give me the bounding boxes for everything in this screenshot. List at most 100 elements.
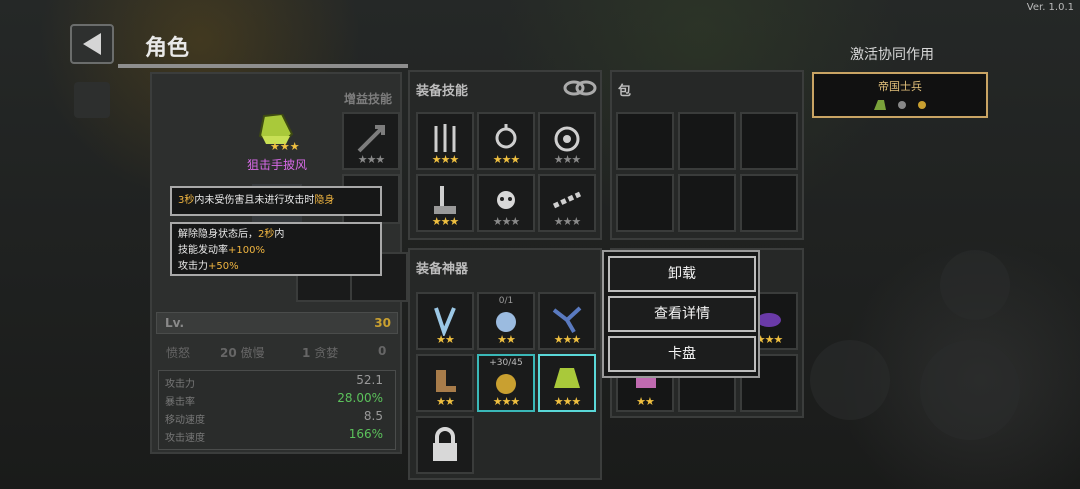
- skill-slot-2[interactable]: ★★★: [477, 112, 535, 170]
- stat-value: 166%: [348, 427, 383, 441]
- synergy-items-icon: [874, 100, 926, 110]
- tooltip-line: 解除隐身状态后，2秒内: [178, 227, 374, 243]
- unequip-button[interactable]: 卸载: [608, 256, 756, 292]
- artifact-slot-2[interactable]: 0/1 ★★: [477, 292, 535, 350]
- skill-stars: ★★★: [553, 153, 582, 166]
- skill-stars: ★★★: [492, 215, 521, 228]
- bag-slot[interactable]: [740, 112, 798, 170]
- bag-label: 包: [618, 84, 632, 99]
- artifact-stars: ★★★: [553, 395, 582, 408]
- boost-skill-slot-1[interactable]: ★★★: [342, 112, 400, 170]
- back-arrow-icon: [83, 33, 101, 55]
- skill-stars: ★★★: [553, 215, 582, 228]
- stat-label: 移动速度: [165, 415, 205, 426]
- link-icon[interactable]: [562, 78, 598, 98]
- trait-value: 1: [302, 346, 311, 360]
- artifact-slot-1[interactable]: ★★: [416, 292, 474, 350]
- artifact-stars: ★★★: [492, 395, 521, 408]
- trait-label: 愤怒: [166, 346, 191, 360]
- sword-stone-skill-icon: [434, 185, 456, 214]
- view-details-button[interactable]: 查看详情: [608, 296, 756, 332]
- bag-panel: 包: [610, 70, 804, 240]
- level-bar: Lv. 30: [156, 312, 398, 334]
- version-label: Ver. 1.0.1: [1026, 2, 1074, 13]
- boost-skill-stars: ★★★: [357, 153, 386, 166]
- trait-anger: 愤怒: [166, 344, 190, 361]
- level-value: 30: [374, 316, 391, 330]
- bag-slot[interactable]: [616, 112, 674, 170]
- bag-slot[interactable]: [678, 112, 736, 170]
- skill-stars: ★★★: [492, 153, 521, 166]
- artifact-slot-4[interactable]: ★★: [416, 354, 474, 412]
- deck-button[interactable]: 卡盘: [608, 336, 756, 372]
- skill-slot-5[interactable]: ★★★: [477, 174, 535, 232]
- item-tooltip-main: 3秒内未受伤害且未进行攻击时隐身: [170, 186, 382, 216]
- skull-burst-skill-icon: [497, 190, 515, 209]
- artifact-slot-5[interactable]: +30/45 ★★★: [477, 354, 535, 412]
- boost-skill-label: 增益技能: [344, 92, 393, 106]
- tooltip-text: 内未受伤害且未进行攻击时: [194, 195, 315, 206]
- item-tooltip-detail: 解除隐身状态后，2秒内 技能发动率+100% 攻击力+50%: [170, 222, 382, 276]
- artifact-stars: ★★: [497, 333, 516, 346]
- stat-value: 28.00%: [337, 391, 383, 405]
- faded-attack-button: [920, 340, 1020, 440]
- artifact-slot-3[interactable]: ★★★: [538, 292, 596, 350]
- tooltip-text: 攻击力: [178, 261, 208, 272]
- tooltip-text: 解除隐身状态后，: [178, 229, 258, 240]
- bag-slot[interactable]: [740, 174, 798, 232]
- trait-greed-value: 0: [378, 344, 387, 358]
- synergy-badge[interactable]: 帝国士兵: [812, 72, 988, 118]
- artifact-slot-6[interactable]: ★★★: [538, 354, 596, 412]
- bag-slot[interactable]: [616, 174, 674, 232]
- bag-slot[interactable]: [678, 174, 736, 232]
- bag-artifact-stars: ★★: [636, 395, 655, 408]
- back-button[interactable]: [70, 24, 114, 64]
- tooltip-line: 攻击力+50%: [178, 259, 374, 275]
- stat-value: 52.1: [356, 373, 383, 387]
- faded-skill-button: [940, 250, 1010, 320]
- skill-slot-3[interactable]: ★★★: [538, 112, 596, 170]
- title-underline: [118, 64, 408, 68]
- chain-skill-icon: [552, 191, 582, 209]
- artifact-slot-locked[interactable]: [416, 416, 474, 474]
- skill-slot-1[interactable]: ★★★: [416, 112, 474, 170]
- artifact-stars: ★★: [436, 395, 455, 408]
- skill-slot-6[interactable]: ★★★: [538, 174, 596, 232]
- spears-skill-icon: [434, 123, 456, 152]
- skill-slot-4[interactable]: ★★★: [416, 174, 474, 232]
- item-context-menu: 卸载 查看详情 卡盘: [602, 250, 760, 378]
- skills-label: 装备技能: [416, 84, 469, 99]
- synergy-badge-title: 帝国士兵: [878, 80, 922, 93]
- tooltip-text: 技能发动率: [178, 245, 228, 256]
- sword-arrow-icon: [357, 124, 385, 153]
- tooltip-text: 内: [274, 229, 285, 240]
- feather-blades-icon: [434, 307, 456, 336]
- stats-table: 攻击力 52.1 暴击率 28.00% 移动速度 8.5 攻击速度 166%: [158, 370, 396, 450]
- winged-boot-icon: [436, 369, 456, 392]
- wheel-skill-icon: [554, 126, 580, 152]
- totem-skill-icon: [495, 123, 517, 149]
- trait-label: 贪婪: [314, 346, 339, 360]
- artifact-stars: ★★★: [553, 333, 582, 346]
- stat-label: 攻击力: [165, 379, 195, 390]
- page-title: 角色: [145, 36, 190, 61]
- skill-stars: ★★★: [431, 215, 460, 228]
- trait-pride: 20 傲慢: [220, 344, 265, 361]
- skills-panel: 装备技能 ★★★ ★★★ ★★★ ★★★ ★★★ ★★★: [408, 70, 602, 240]
- lock-icon: [433, 427, 457, 461]
- stat-label: 攻击速度: [165, 433, 205, 444]
- tooltip-line: 技能发动率+100%: [178, 243, 374, 259]
- artifact-stars: ★★: [436, 333, 455, 346]
- green-cloak-icon: [554, 367, 580, 388]
- tooltip-text: +50%: [208, 261, 239, 272]
- trait-label: 傲慢: [240, 346, 265, 360]
- artifacts-label: 装备神器: [416, 262, 469, 277]
- side-menu-icon[interactable]: [74, 82, 110, 118]
- blue-orb-icon: [496, 311, 516, 332]
- faded-dash-button: [810, 340, 890, 420]
- tooltip-text: 3秒: [178, 195, 195, 206]
- skill-stars: ★★★: [431, 153, 460, 166]
- equipped-item-name: 狙击手披风: [247, 158, 308, 172]
- artifacts-panel: 装备神器 ★★ 0/1 ★★ ★★★ ★★ +30/45 ★★★ ★★★: [408, 248, 602, 480]
- equipped-item-stars: ★★★: [270, 140, 300, 153]
